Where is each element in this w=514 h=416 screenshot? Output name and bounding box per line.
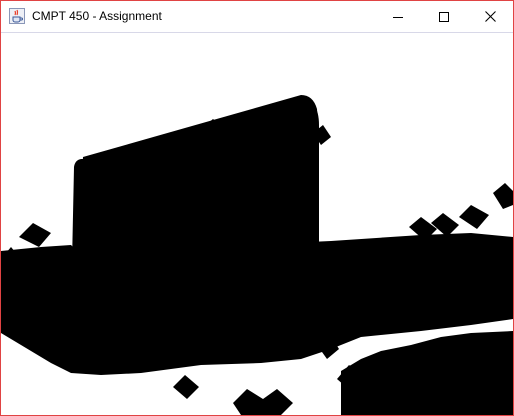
close-button[interactable] xyxy=(467,1,513,32)
minimize-button[interactable] xyxy=(375,1,421,32)
scene-shape-bottom-4 xyxy=(173,375,199,399)
scene-shape-bottom-5 xyxy=(233,389,293,415)
scene-shape-right-3 xyxy=(459,205,489,229)
scene-shape-left-1 xyxy=(19,223,51,247)
rendered-scene xyxy=(1,95,513,415)
maximize-icon xyxy=(439,11,449,22)
app-window: CMPT 450 - Assignment xyxy=(0,0,514,416)
scene-shape-bottom-right xyxy=(341,331,513,415)
render-canvas[interactable] xyxy=(1,33,513,415)
java-coffee-cup-icon[interactable] xyxy=(9,8,25,24)
minimize-icon xyxy=(393,16,403,18)
window-title: CMPT 450 - Assignment xyxy=(32,9,162,23)
scene-shape-right-4 xyxy=(493,183,513,209)
scene-shape-right-2 xyxy=(431,213,459,237)
close-icon xyxy=(484,11,496,22)
title-bar[interactable]: CMPT 450 - Assignment xyxy=(1,1,513,33)
maximize-button[interactable] xyxy=(421,1,467,32)
